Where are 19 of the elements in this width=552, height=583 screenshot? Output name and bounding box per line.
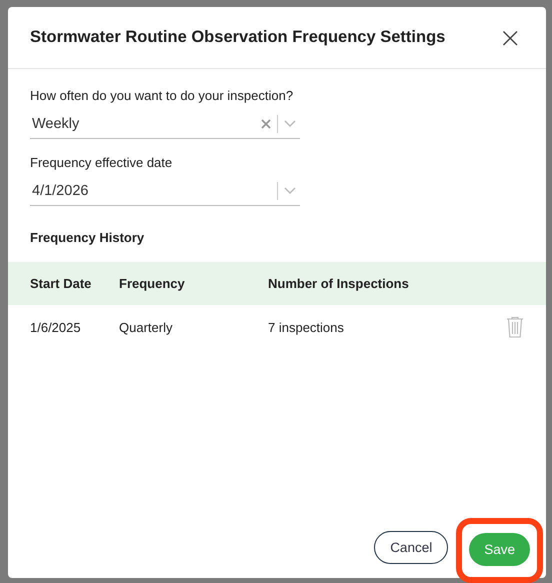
select-field[interactable]: Weekly (30, 109, 300, 139)
trash-icon (506, 316, 524, 338)
select-field[interactable]: 4/1/2026 (30, 176, 300, 206)
field-label: Frequency effective date (30, 155, 174, 170)
close-button[interactable]: × (494, 26, 526, 50)
column-header: Start Date (30, 276, 92, 291)
section-title: Frequency History (29, 229, 146, 247)
dialog-title: Stormwater Routine Observation Frequency Settings (30, 28, 446, 47)
clear-icon[interactable] (261, 118, 271, 128)
table-cell-text: Quarterly (119, 320, 174, 334)
delete-button[interactable] (506, 316, 524, 338)
chevron-down-icon[interactable] (284, 186, 296, 194)
chevron-down-icon[interactable] (284, 120, 296, 128)
column-header: Number of Inspections (268, 276, 410, 291)
table-cell-text: 7 inspections (268, 320, 345, 334)
cancel-button[interactable]: Cancel (374, 531, 448, 564)
table-cell-text: 1/6/2025 (30, 320, 82, 334)
column-header: Frequency (119, 276, 186, 291)
field-label: How often do you want to do your inspection? (30, 88, 294, 103)
